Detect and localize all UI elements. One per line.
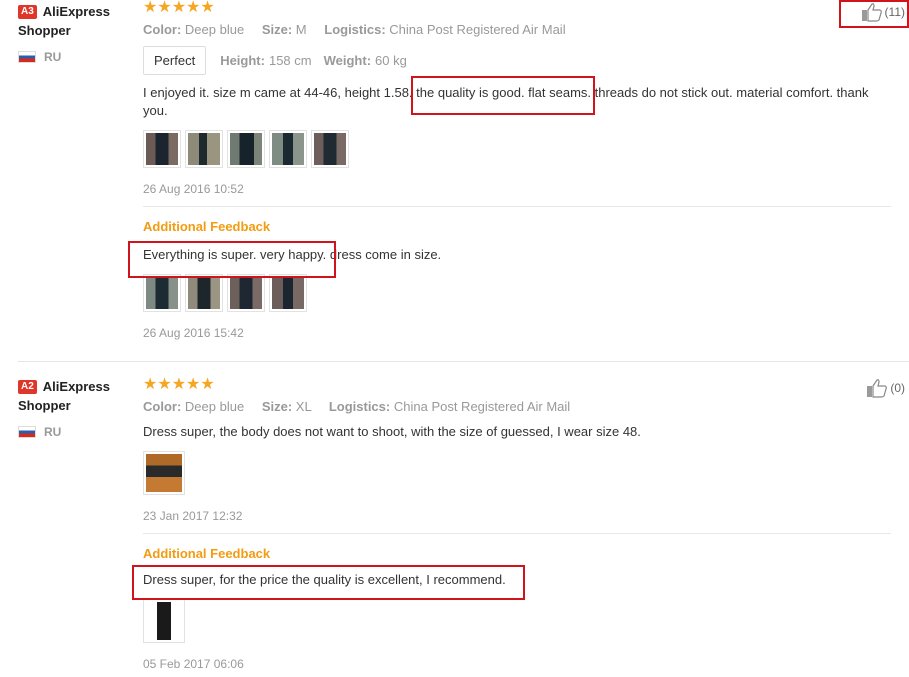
attr-value: China Post Registered Air Mail — [389, 22, 566, 37]
review-photo[interactable] — [143, 130, 181, 168]
additional-feedback-date: 05 Feb 2017 06:06 — [143, 657, 244, 671]
review-photo[interactable] — [185, 274, 223, 312]
weight-label: Weight: — [323, 53, 372, 68]
attr-value: Deep blue — [184, 399, 245, 414]
review-photo[interactable] — [143, 599, 185, 643]
review-photo[interactable] — [143, 451, 185, 495]
additional-photos — [143, 599, 891, 643]
review-photo[interactable] — [143, 274, 181, 312]
review-photo[interactable] — [311, 130, 349, 168]
review-content: ★★★★★ Color: Deep blue Size: XL Logistic… — [143, 377, 891, 671]
weight-value: 60 kg — [375, 53, 407, 68]
useful-button[interactable]: (11) — [861, 2, 905, 22]
review-photo[interactable] — [269, 274, 307, 312]
review-text: I enjoyed it. size m came at 44-46, heig… — [143, 85, 869, 118]
attr-label: Color: — [143, 22, 182, 37]
divider — [143, 206, 891, 207]
height-label: Height: — [220, 53, 265, 68]
additional-feedback-title: Additional Feedback — [143, 219, 271, 234]
height-value: 158 cm — [268, 53, 312, 68]
additional-feedback-date: 26 Aug 2016 15:42 — [143, 326, 244, 340]
russia-flag-icon — [18, 426, 36, 438]
country: RU — [18, 50, 138, 64]
country-code: RU — [44, 425, 62, 439]
review-photos — [143, 451, 891, 495]
review-content: ★★★★★ Color: Deep blue Size: M Logistics… — [143, 0, 891, 340]
reviewer-info: A3 AliExpress Shopper RU — [18, 2, 138, 64]
attr-label: Logistics: — [328, 399, 391, 414]
attr-value: China Post Registered Air Mail — [393, 399, 571, 414]
country-code: RU — [44, 50, 62, 64]
buyer-measurements: Perfect Height: 158 cm Weight: 60 kg — [143, 46, 891, 75]
attr-value: Deep blue — [184, 22, 245, 37]
review-text: Dress super, the body does not want to s… — [143, 424, 641, 439]
thumbs-up-icon — [867, 379, 888, 398]
useful-count: (11) — [884, 5, 905, 19]
attr-label: Logistics: — [324, 22, 386, 37]
thumbs-up-icon — [861, 3, 882, 22]
order-attributes: Color: Deep blue Size: M Logistics: Chin… — [143, 22, 891, 38]
user-level-badge: A3 — [18, 5, 37, 19]
fit-tag: Perfect — [143, 46, 207, 75]
divider — [143, 533, 891, 534]
attr-value: M — [295, 22, 307, 37]
star-rating: ★★★★★ — [143, 376, 215, 393]
review-photo[interactable] — [269, 130, 307, 168]
attr-label: Size: — [261, 399, 293, 414]
review-photos — [143, 130, 891, 168]
useful-count: (0) — [890, 381, 905, 395]
reviewer-info: A2 AliExpress Shopper RU — [18, 377, 138, 439]
attr-label: Color: — [143, 399, 182, 414]
useful-button[interactable]: (0) — [866, 378, 905, 398]
additional-photos — [143, 274, 891, 312]
user-level-badge: A2 — [18, 380, 37, 394]
review-item: A2 AliExpress Shopper RU ★★★★★ Color: Dee… — [0, 362, 909, 677]
attr-label: Size: — [261, 22, 293, 37]
review-photo[interactable] — [227, 130, 265, 168]
order-attributes: Color: Deep blue Size: XL Logistics: Chi… — [143, 399, 891, 415]
star-rating: ★★★★★ — [143, 0, 215, 16]
review-photo[interactable] — [185, 130, 223, 168]
russia-flag-icon — [18, 51, 36, 63]
additional-feedback-text: Dress super, for the price the quality i… — [143, 572, 506, 587]
country: RU — [18, 425, 138, 439]
review-date: 26 Aug 2016 10:52 — [143, 182, 244, 196]
review-date: 23 Jan 2017 12:32 — [143, 509, 243, 523]
review-item: A3 AliExpress Shopper RU ★★★★★ Color: Dee… — [0, 0, 909, 362]
additional-feedback-text: Everything is super. very happy. dress c… — [143, 247, 442, 262]
attr-value: XL — [295, 399, 312, 414]
review-photo[interactable] — [227, 274, 265, 312]
additional-feedback-title: Additional Feedback — [143, 546, 271, 561]
